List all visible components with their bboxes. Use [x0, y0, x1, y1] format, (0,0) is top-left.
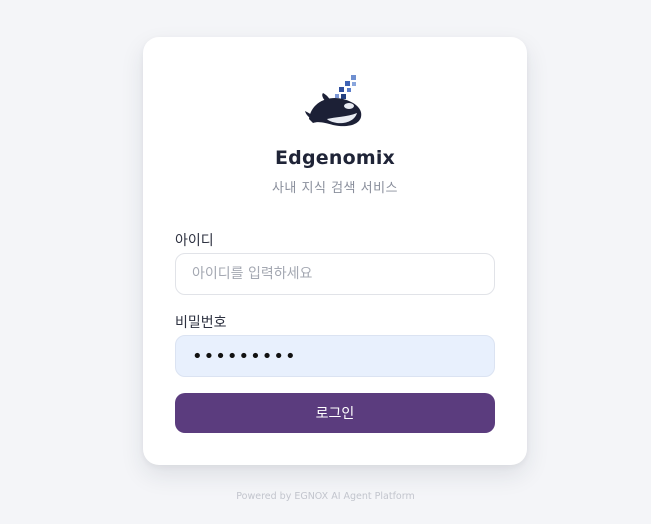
id-input[interactable]	[175, 253, 495, 295]
password-input[interactable]	[175, 335, 495, 377]
brand-tagline: 사내 지식 검색 서비스	[271, 181, 399, 196]
login-card: Edgenomix 사내 지식 검색 서비스 아이디 비밀번호 로그인	[143, 37, 527, 465]
login-button[interactable]: 로그인	[175, 393, 495, 433]
brand-name: Edgenomix	[274, 147, 395, 169]
whale-logo-icon	[303, 73, 365, 131]
id-label: 아이디	[175, 233, 214, 249]
password-label: 비밀번호	[175, 315, 227, 331]
footer-credit: Powered by EGNOX AI Agent Platform	[236, 491, 415, 502]
